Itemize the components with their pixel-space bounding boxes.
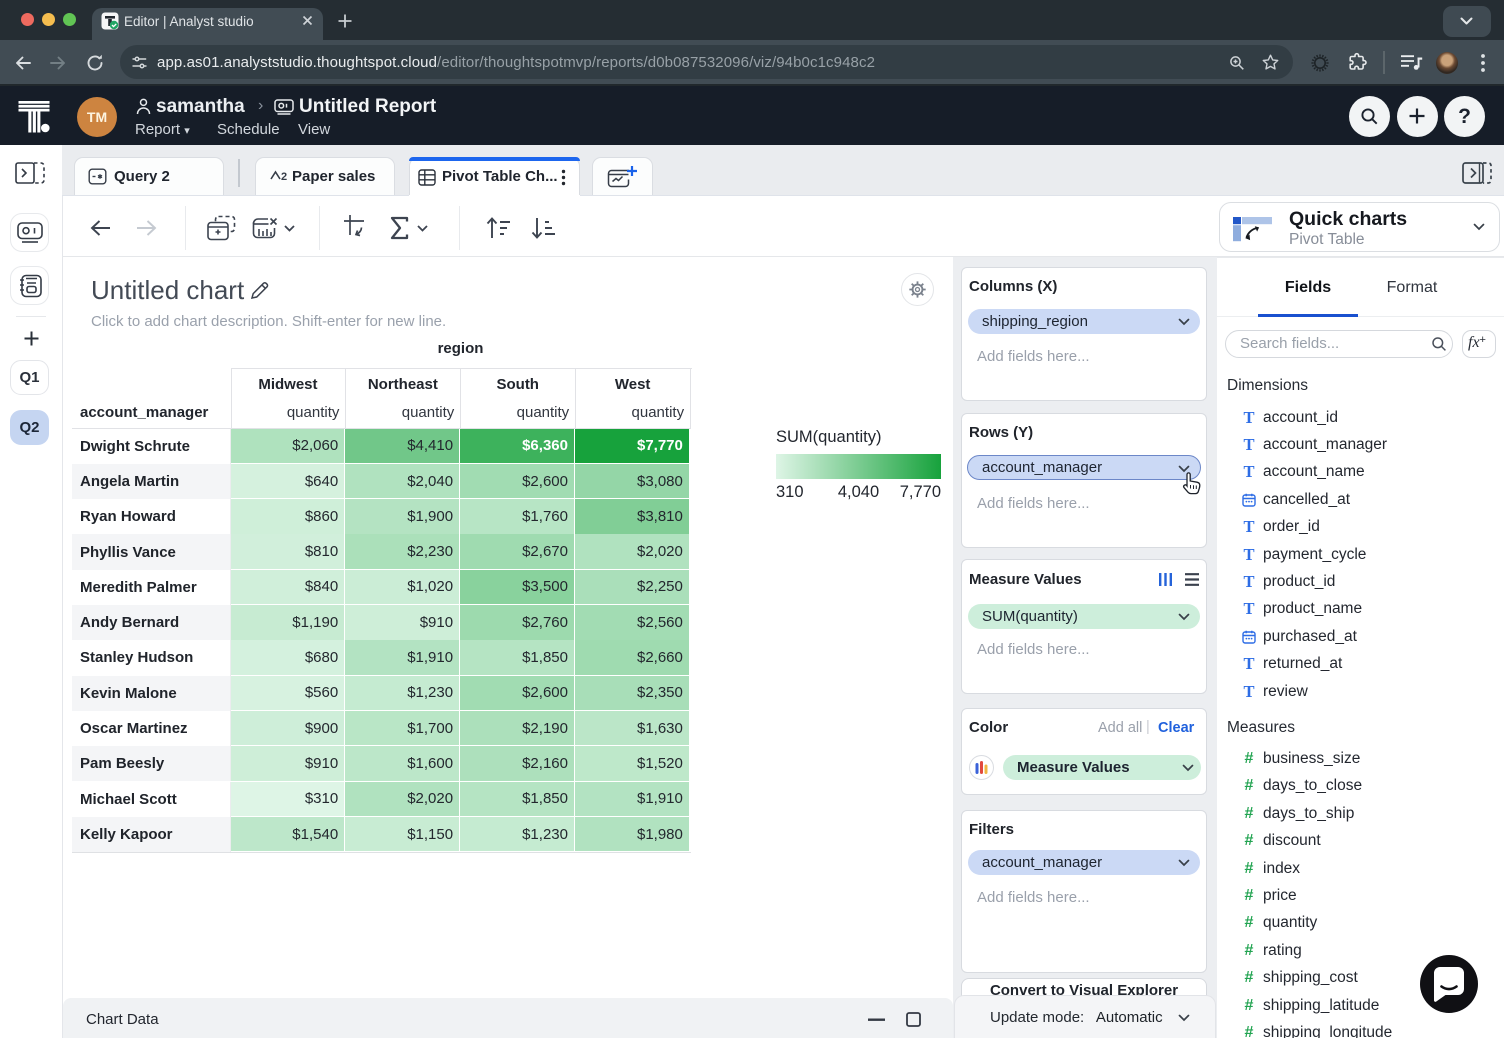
- svg-text:2: 2: [281, 171, 287, 183]
